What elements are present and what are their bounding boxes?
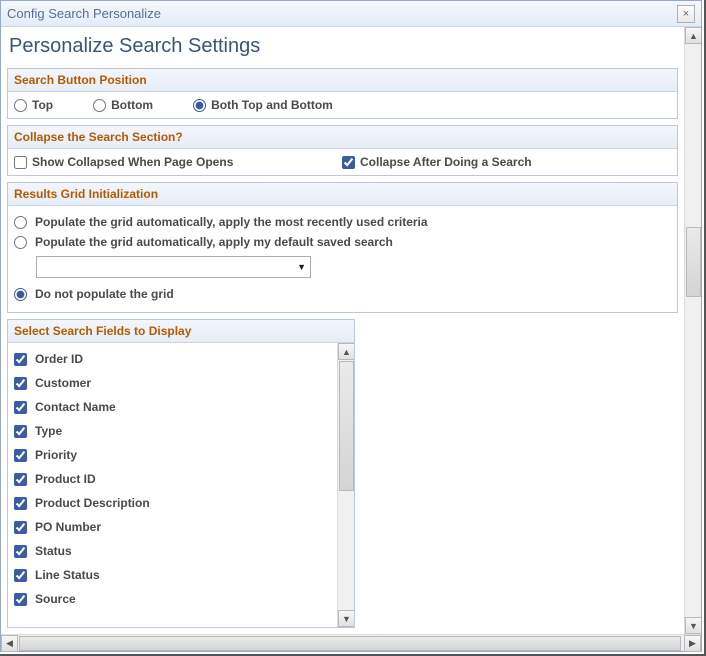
field-row[interactable]: PO Number	[12, 515, 333, 539]
field-label: Type	[35, 424, 62, 438]
panel-collapse-search: Collapse the Search Section? Show Collap…	[7, 125, 678, 176]
field-label: Line Status	[35, 568, 100, 582]
scroll-up-icon[interactable]: ▲	[338, 343, 354, 360]
close-button[interactable]: ×	[677, 5, 695, 23]
radio-no-populate-input[interactable]	[14, 288, 27, 301]
panel-results-init: Results Grid Initialization Populate the…	[7, 182, 678, 313]
field-label: PO Number	[35, 520, 101, 534]
scroll-up-icon[interactable]: ▲	[685, 27, 701, 44]
field-label: Source	[35, 592, 76, 606]
field-row[interactable]: Product Description	[12, 491, 333, 515]
scroll-thumb[interactable]	[339, 361, 354, 491]
field-checkbox[interactable]	[14, 593, 27, 606]
check-collapse-after-label: Collapse After Doing a Search	[360, 155, 532, 169]
field-checkbox[interactable]	[14, 545, 27, 558]
field-label: Product ID	[35, 472, 96, 486]
field-checkbox[interactable]	[14, 449, 27, 462]
window-vertical-scrollbar[interactable]: ▲ ▼	[684, 27, 701, 634]
field-checkbox[interactable]	[14, 401, 27, 414]
field-label: Priority	[35, 448, 77, 462]
field-row[interactable]: Type	[12, 419, 333, 443]
config-search-personalize-window: Config Search Personalize × Personalize …	[0, 0, 702, 652]
field-label: Order ID	[35, 352, 83, 366]
field-checkbox[interactable]	[14, 377, 27, 390]
field-row[interactable]: Order ID	[12, 347, 333, 371]
field-row[interactable]: Line Status	[12, 563, 333, 587]
field-row[interactable]: Priority	[12, 443, 333, 467]
scroll-left-icon[interactable]: ◀	[1, 635, 18, 652]
window-title: Config Search Personalize	[7, 6, 161, 21]
radio-populate-default[interactable]: Populate the grid automatically, apply m…	[14, 232, 671, 252]
scroll-right-icon[interactable]: ▶	[684, 635, 701, 652]
scroll-thumb[interactable]	[19, 636, 681, 651]
radio-populate-default-label: Populate the grid automatically, apply m…	[35, 235, 393, 249]
field-checkbox[interactable]	[14, 425, 27, 438]
radio-bottom-input[interactable]	[93, 99, 106, 112]
radio-top-input[interactable]	[14, 99, 27, 112]
chevron-down-icon: ▼	[297, 262, 306, 272]
check-collapse-after-input[interactable]	[342, 156, 355, 169]
panel-select-fields: Select Search Fields to Display Order ID…	[7, 319, 355, 628]
field-row[interactable]: Status	[12, 539, 333, 563]
field-checkbox[interactable]	[14, 353, 27, 366]
radio-populate-recent-label: Populate the grid automatically, apply t…	[35, 215, 428, 229]
radio-top[interactable]: Top	[14, 98, 53, 112]
window-horizontal-scrollbar[interactable]: ◀ ▶	[1, 634, 701, 651]
radio-bottom[interactable]: Bottom	[93, 98, 153, 112]
radio-populate-recent[interactable]: Populate the grid automatically, apply t…	[14, 212, 671, 232]
radio-no-populate-label: Do not populate the grid	[35, 287, 174, 301]
check-collapse-after[interactable]: Collapse After Doing a Search	[342, 155, 532, 169]
radio-both-label: Both Top and Bottom	[211, 98, 333, 112]
check-show-collapsed-label: Show Collapsed When Page Opens	[32, 155, 233, 169]
radio-both[interactable]: Both Top and Bottom	[193, 98, 333, 112]
scroll-down-icon[interactable]: ▼	[685, 617, 701, 634]
field-row[interactable]: Source	[12, 587, 333, 611]
radio-populate-default-input[interactable]	[14, 236, 27, 249]
field-checkbox[interactable]	[14, 497, 27, 510]
field-row[interactable]: Product ID	[12, 467, 333, 491]
page-title: Personalize Search Settings	[7, 31, 678, 68]
scroll-down-icon[interactable]: ▼	[338, 610, 354, 627]
check-show-collapsed[interactable]: Show Collapsed When Page Opens	[14, 155, 342, 169]
scroll-thumb[interactable]	[686, 227, 701, 297]
field-label: Product Description	[35, 496, 150, 510]
field-label: Status	[35, 544, 72, 558]
radio-no-populate[interactable]: Do not populate the grid	[14, 284, 671, 304]
field-checkbox[interactable]	[14, 473, 27, 486]
field-label: Contact Name	[35, 400, 116, 414]
check-show-collapsed-input[interactable]	[14, 156, 27, 169]
close-icon: ×	[683, 8, 689, 20]
fields-list-scrollbar[interactable]: ▲ ▼	[337, 343, 354, 627]
field-checkbox[interactable]	[14, 569, 27, 582]
field-row[interactable]: Customer	[12, 371, 333, 395]
radio-bottom-label: Bottom	[111, 98, 153, 112]
field-label: Customer	[35, 376, 91, 390]
dialog-content: Personalize Search Settings Search Butto…	[1, 27, 684, 634]
panel-header-results: Results Grid Initialization	[8, 183, 677, 206]
fields-list: Order ID Customer Contact Name Type Priority…	[8, 343, 337, 627]
radio-top-label: Top	[32, 98, 53, 112]
panel-search-button-position: Search Button Position Top Bottom	[7, 68, 678, 119]
panel-header-fields: Select Search Fields to Display	[8, 320, 354, 343]
field-checkbox[interactable]	[14, 521, 27, 534]
panel-header-button-position: Search Button Position	[8, 69, 677, 92]
default-search-dropdown[interactable]: ▼	[36, 256, 311, 278]
field-row[interactable]: Contact Name	[12, 395, 333, 419]
panel-header-collapse: Collapse the Search Section?	[8, 126, 677, 149]
titlebar: Config Search Personalize ×	[1, 1, 701, 27]
radio-populate-recent-input[interactable]	[14, 216, 27, 229]
radio-both-input[interactable]	[193, 99, 206, 112]
